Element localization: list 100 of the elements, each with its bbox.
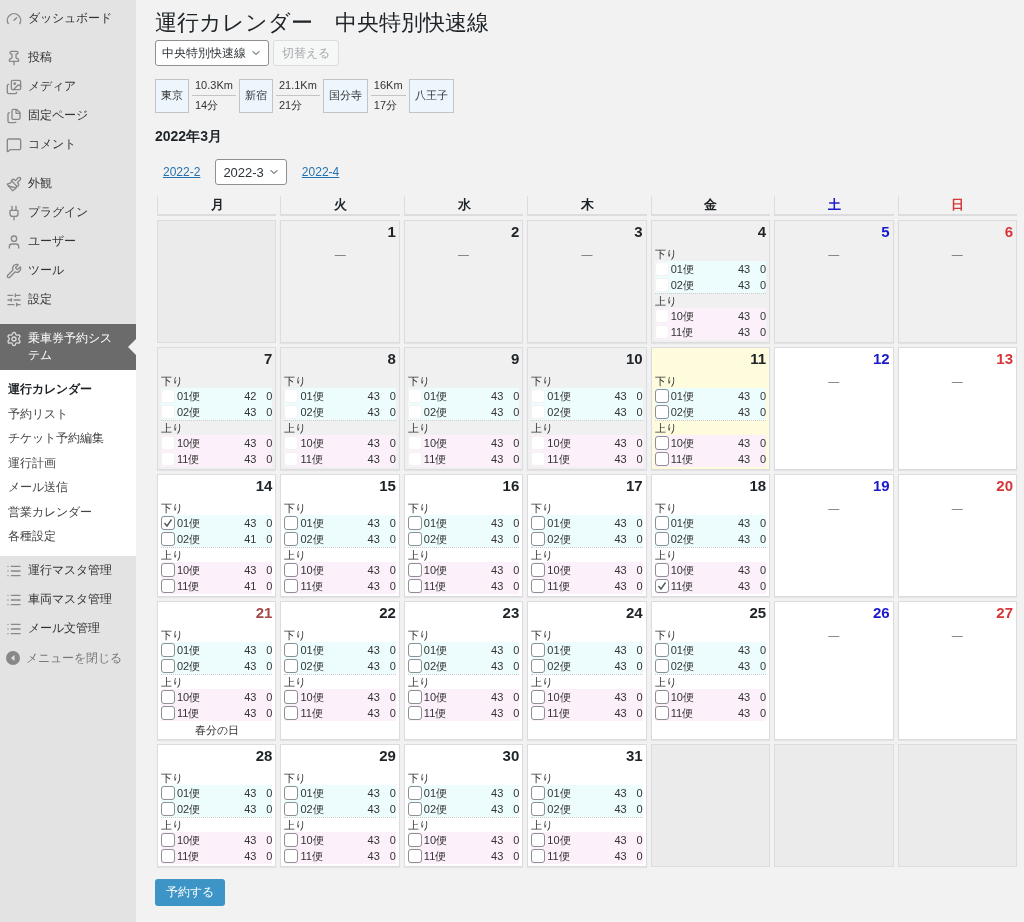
checkbox[interactable] xyxy=(161,532,175,546)
day-number: 10 xyxy=(626,349,643,369)
trip-name: 11便 xyxy=(547,706,571,720)
checkbox[interactable] xyxy=(284,643,299,657)
checkbox[interactable] xyxy=(654,690,669,704)
prev-month-link[interactable]: 2022-2 xyxy=(163,165,201,179)
checkbox[interactable] xyxy=(531,802,546,816)
checkbox[interactable] xyxy=(284,786,299,800)
checkbox[interactable] xyxy=(407,786,422,800)
trip-name: 02便 xyxy=(423,659,449,673)
menu-item[interactable]: コメント xyxy=(0,130,136,159)
checkbox[interactable] xyxy=(654,452,669,466)
no-service-mark: — xyxy=(828,629,840,641)
checkbox[interactable] xyxy=(407,516,422,530)
checkbox[interactable] xyxy=(531,563,546,577)
checkbox[interactable] xyxy=(407,532,422,546)
checkbox[interactable] xyxy=(407,659,422,673)
menu-item[interactable]: 設定 xyxy=(0,285,136,314)
checkbox[interactable] xyxy=(407,802,422,816)
checkbox[interactable] xyxy=(531,659,546,673)
seat-count: 43 xyxy=(736,532,751,546)
booked-count: 0 xyxy=(635,563,643,577)
checkbox[interactable] xyxy=(654,659,669,673)
submenu-item[interactable]: 各種設定 xyxy=(0,524,136,549)
checkbox[interactable] xyxy=(284,516,299,530)
checkbox[interactable] xyxy=(531,690,546,704)
direction-label: 上り xyxy=(161,818,184,832)
checkbox[interactable] xyxy=(407,579,422,593)
submenu-item[interactable]: チケット予約編集 xyxy=(0,426,136,451)
checkbox[interactable] xyxy=(161,833,175,847)
checkbox[interactable] xyxy=(284,706,299,720)
checkbox[interactable] xyxy=(161,706,175,720)
checkbox[interactable] xyxy=(531,833,546,847)
checkbox[interactable] xyxy=(161,579,175,593)
checkbox[interactable] xyxy=(654,389,669,403)
checkbox[interactable] xyxy=(161,690,175,704)
station: 国分寺 xyxy=(322,78,368,113)
menu-icon xyxy=(6,108,22,124)
menu-item[interactable]: 外観 xyxy=(0,169,136,198)
checkbox[interactable] xyxy=(531,643,546,657)
checkbox[interactable] xyxy=(284,802,299,816)
checkbox[interactable] xyxy=(407,690,422,704)
checkbox[interactable] xyxy=(654,532,669,546)
checkbox[interactable] xyxy=(531,706,546,720)
checkbox[interactable] xyxy=(161,786,175,800)
direction-label: 上り xyxy=(531,818,555,832)
checkbox[interactable] xyxy=(407,643,422,657)
checkbox[interactable] xyxy=(407,833,422,847)
menu-item[interactable]: 運行マスタ管理 xyxy=(0,555,136,585)
menu-item[interactable]: 投稿 xyxy=(0,43,136,72)
next-month-link[interactable]: 2022-4 xyxy=(301,165,340,179)
checkbox[interactable] xyxy=(654,706,669,720)
menu-item[interactable]: 固定ページ xyxy=(0,101,136,130)
trip-name: 01便 xyxy=(300,786,325,800)
checkbox[interactable] xyxy=(531,516,546,530)
checkbox[interactable] xyxy=(531,579,546,593)
checkbox[interactable] xyxy=(654,579,669,593)
submenu-item[interactable]: メール送信 xyxy=(0,475,136,500)
checkbox[interactable] xyxy=(407,849,422,863)
checkbox[interactable] xyxy=(284,563,299,577)
checkbox[interactable] xyxy=(654,405,669,419)
menu-item[interactable]: メディア xyxy=(0,72,136,101)
menu-item[interactable]: ツール xyxy=(0,256,136,285)
checkbox[interactable] xyxy=(407,706,422,720)
checkbox[interactable] xyxy=(284,579,299,593)
menu-item[interactable]: プラグイン xyxy=(0,198,136,227)
menu-item[interactable]: メール文管理 xyxy=(0,613,136,643)
menu-item[interactable]: 車両マスタ管理 xyxy=(0,584,136,614)
checkbox[interactable] xyxy=(284,849,299,863)
checkbox[interactable] xyxy=(284,833,299,847)
checkbox[interactable] xyxy=(284,532,299,546)
menu-item[interactable]: ダッシュボード xyxy=(0,4,136,33)
submenu-item[interactable]: 営業カレンダー xyxy=(0,499,136,524)
submenu-item[interactable]: 運行計画 xyxy=(0,450,136,475)
submenu-item[interactable]: 運行カレンダー xyxy=(0,377,136,402)
checkbox[interactable] xyxy=(284,659,299,673)
checkbox[interactable] xyxy=(161,849,175,863)
checkbox[interactable] xyxy=(531,786,546,800)
checkbox[interactable] xyxy=(654,643,669,657)
day-number: 2 xyxy=(510,222,520,242)
checkbox[interactable] xyxy=(161,516,175,530)
seat-count: 43 xyxy=(490,532,504,546)
checkbox[interactable] xyxy=(654,563,669,577)
checkbox[interactable] xyxy=(284,690,299,704)
collapse-menu-link[interactable]: メニューを閉じる xyxy=(0,642,136,673)
booked-count: 0 xyxy=(388,532,396,546)
checkbox[interactable] xyxy=(531,849,546,863)
menu-item[interactable]: ユーザー xyxy=(0,227,136,256)
checkbox[interactable] xyxy=(161,563,175,577)
checkbox[interactable] xyxy=(407,563,422,577)
checkbox[interactable] xyxy=(654,516,669,530)
checkbox[interactable] xyxy=(531,532,546,546)
menu-item[interactable]: 乗車券予約システム xyxy=(0,324,136,370)
submenu-item[interactable]: 予約リスト xyxy=(0,401,136,426)
line-select[interactable]: 中央特別快速線 xyxy=(155,40,269,66)
checkbox[interactable] xyxy=(654,436,669,450)
checkbox[interactable] xyxy=(161,643,175,657)
checkbox[interactable] xyxy=(161,802,175,816)
month-select[interactable]: 2022-3 xyxy=(215,159,287,185)
checkbox[interactable] xyxy=(161,659,175,673)
